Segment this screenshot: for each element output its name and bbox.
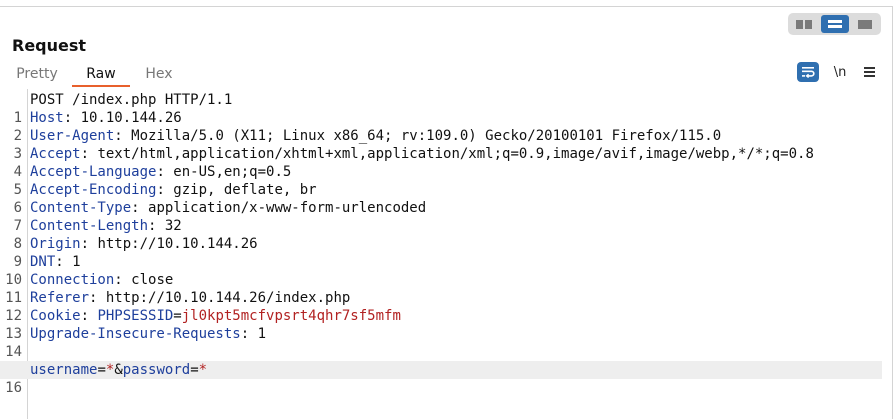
body-param-equals: = [97, 362, 106, 378]
header-separator: : [156, 164, 174, 180]
header-separator: : [89, 290, 106, 306]
layout-stacked-button[interactable] [820, 15, 849, 33]
panel-top-border [0, 6, 893, 7]
header-name: Origin [30, 236, 81, 252]
header-value: 10.10.144.26 [80, 110, 182, 126]
header-name: Accept-Encoding [30, 182, 157, 198]
cookie-value: jl0kpt5mcfvpsrt4qhr7sf5mfm [181, 308, 401, 324]
layout-side-by-side-icon [796, 19, 812, 29]
code-line-current: 16 username=*&password=* [0, 361, 882, 396]
body-param-value: * [198, 362, 208, 378]
line-number: 16 [5, 380, 22, 396]
header-value: gzip, deflate, br [173, 182, 317, 198]
header-name: User-Agent [30, 128, 115, 144]
wrap-lines-icon [802, 67, 815, 78]
header-separator: : [114, 272, 132, 288]
panel-title: Request [12, 36, 87, 55]
request-editor[interactable]: 1 POST /index.php HTTP/1.1 2 Host: 10.10… [0, 89, 882, 419]
header-value: 1 [72, 254, 81, 270]
header-name: DNT [30, 254, 56, 270]
header-value: 32 [164, 218, 182, 234]
body-param-name: password [122, 362, 191, 378]
code-line: 9 Origin: http://10.10.144.26 [0, 235, 882, 270]
tab-hex[interactable]: Hex [130, 64, 188, 88]
layout-single-button[interactable] [851, 15, 879, 33]
tab-raw[interactable]: Raw [72, 64, 130, 88]
header-separator: : [80, 236, 98, 252]
code-line: 5 Accept-Language: en-US,en;q=0.5 [0, 163, 882, 198]
code-line: 12 Referer: http://10.10.144.26/index.ph… [0, 289, 882, 324]
header-separator: : [63, 110, 81, 126]
header-value: application/x-www-form-urlencoded [148, 200, 427, 216]
code-line: 3 User-Agent: Mozilla/5.0 (X11; Linux x8… [0, 127, 882, 162]
header-separator: : [156, 182, 174, 198]
code-line: 11 Connection: close [0, 271, 882, 306]
header-name: Upgrade-Insecure-Requests [30, 326, 241, 342]
code-line: 6 Accept-Encoding: gzip, deflate, br [0, 181, 882, 216]
cookie-equals: = [173, 308, 182, 324]
menu-button[interactable] [859, 62, 879, 82]
header-name: Content-Type [30, 200, 132, 216]
header-separator: : [80, 308, 98, 324]
body-param-separator: & [114, 362, 123, 378]
header-value: Mozilla/5.0 (X11; Linux x86_64; rv:109.0… [131, 128, 722, 144]
header-separator: : [131, 200, 149, 216]
code-line: 13 Cookie: PHPSESSID=jl0kpt5mcfvpsrt4qhr… [0, 307, 882, 342]
body-param-equals: = [190, 362, 199, 378]
layout-stacked-icon [827, 20, 842, 28]
header-value: en-US,en;q=0.5 [173, 164, 292, 180]
show-newlines-button[interactable]: \n [829, 62, 851, 82]
code-line: 15 [0, 343, 882, 378]
menu-icon [863, 67, 875, 69]
code-line: 4 Accept: text/html,application/xhtml+xm… [0, 145, 882, 180]
header-separator: : [80, 146, 98, 162]
code-line: 1 POST /index.php HTTP/1.1 [0, 91, 882, 126]
header-name: Cookie [30, 308, 81, 324]
header-name: Accept [30, 146, 81, 162]
layout-toggle-group [788, 13, 881, 35]
layout-single-icon [858, 19, 872, 29]
header-name: Referer [30, 290, 90, 306]
tab-pretty[interactable]: Pretty [8, 64, 66, 88]
code-line: 8 Content-Length: 32 [0, 217, 882, 252]
header-value: 1 [257, 326, 267, 342]
header-separator: : [148, 218, 165, 234]
header-separator: : [240, 326, 258, 342]
header-value: text/html,application/xhtml+xml,applicat… [97, 146, 814, 162]
header-value: http://10.10.144.26 [97, 236, 258, 252]
header-value: close [131, 272, 174, 288]
cookie-name: PHPSESSID [97, 308, 174, 324]
body-param-name: username [30, 362, 98, 378]
request-line: POST /index.php HTTP/1.1 [30, 92, 233, 108]
header-name: Content-Length [30, 218, 149, 234]
layout-side-by-side-button[interactable] [790, 15, 818, 33]
code-line: 14 Upgrade-Insecure-Requests: 1 [0, 325, 882, 360]
code-line: 2 Host: 10.10.144.26 [0, 109, 882, 144]
code-line: 10 DNT: 1 [0, 253, 882, 288]
header-name: Connection [30, 272, 115, 288]
header-name: Host [30, 110, 64, 126]
wrap-lines-button[interactable] [797, 62, 819, 82]
header-separator: : [114, 128, 132, 144]
header-name: Accept-Language [30, 164, 157, 180]
header-value: http://10.10.144.26/index.php [105, 290, 351, 306]
code-line: 7 Content-Type: application/x-www-form-u… [0, 199, 882, 234]
header-separator: : [55, 254, 73, 270]
